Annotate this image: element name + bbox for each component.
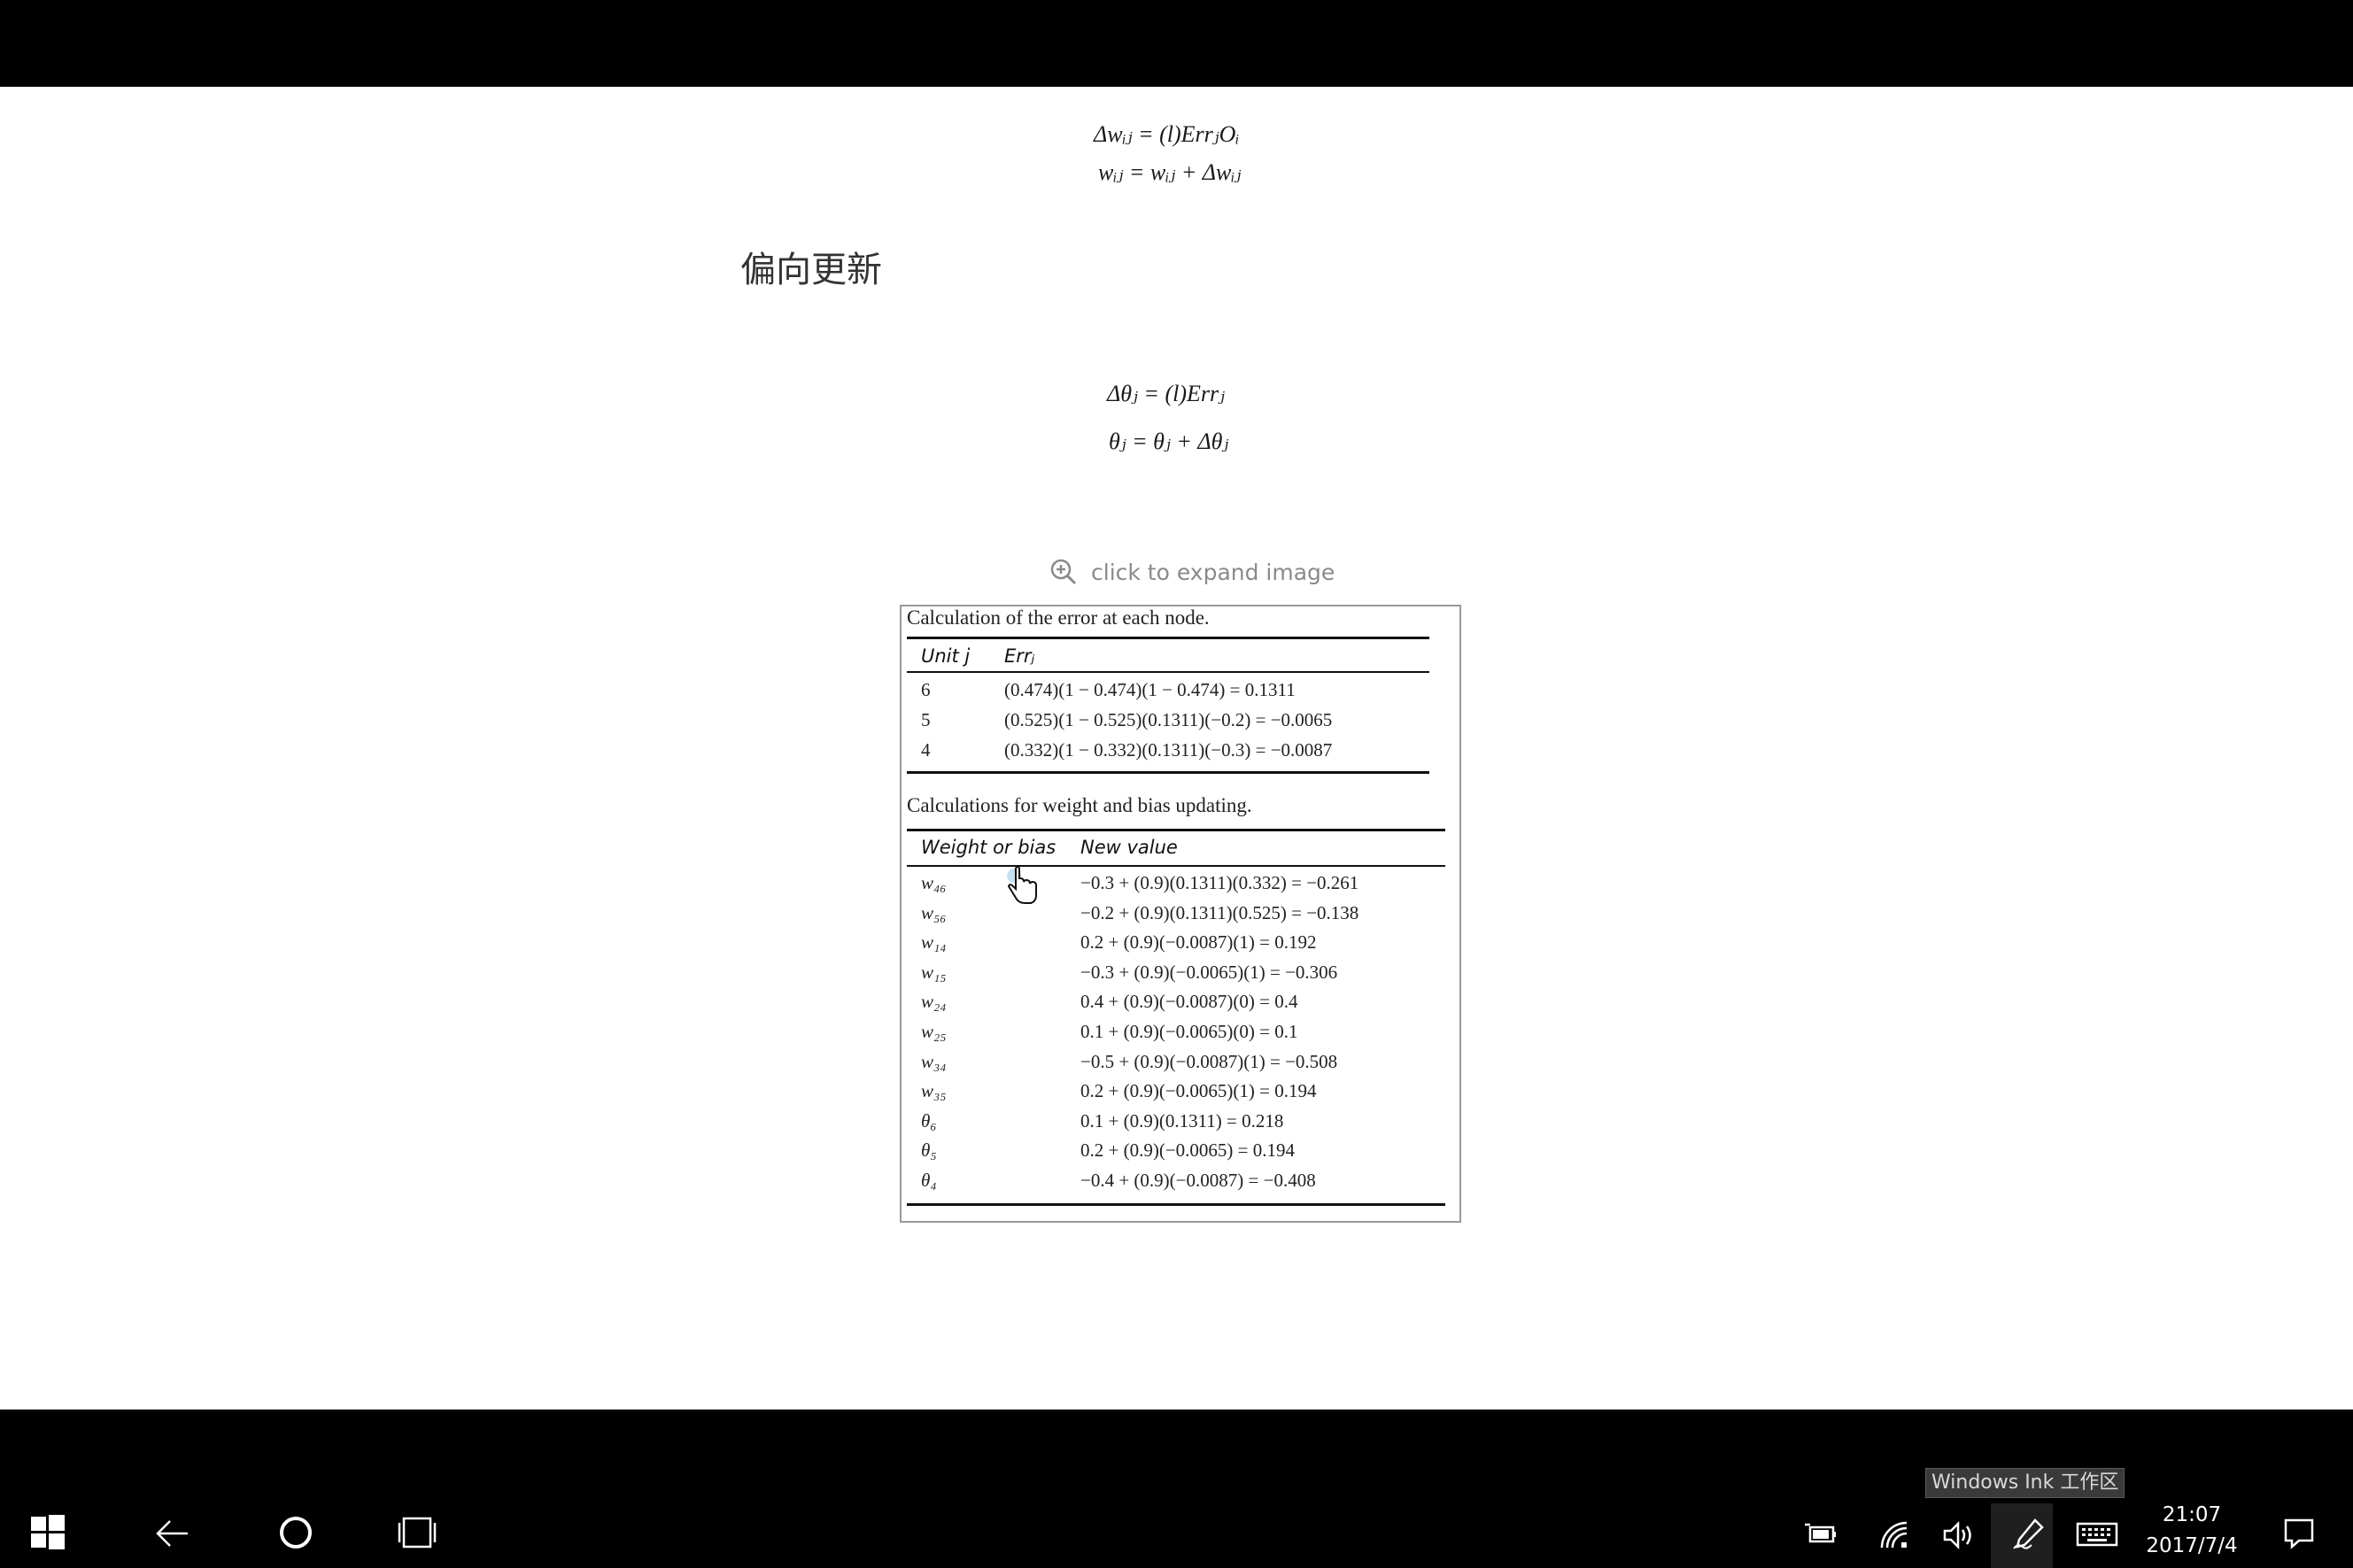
power-icon[interactable]	[1803, 1521, 1838, 1548]
clock-time[interactable]: 21:07	[2143, 1503, 2241, 1526]
table2-row-param: θ₆	[921, 1109, 937, 1132]
volume-icon[interactable]	[1942, 1519, 1978, 1551]
table2-row-value: 0.1 + (0.9)(0.1311) = 0.218	[1080, 1109, 1284, 1132]
expand-image-link[interactable]: click to expand image	[1049, 557, 1335, 587]
table2-bottom-rule	[907, 1203, 1445, 1206]
table1-bottom-rule	[907, 771, 1429, 774]
network-icon[interactable]	[1878, 1519, 1910, 1551]
table2-row-param: w₄₆	[921, 872, 947, 893]
windows-start-icon[interactable]	[30, 1514, 66, 1549]
table2-row-param: θ₄	[921, 1170, 937, 1191]
table2-row-param: w₃₄	[921, 1050, 947, 1072]
table1-header-unit: Unit j	[921, 645, 971, 667]
action-center-icon[interactable]	[2283, 1518, 2315, 1549]
table2-row-value: 0.2 + (0.9)(−0.0065) = 0.194	[1080, 1139, 1296, 1162]
table2-top-rule	[907, 829, 1445, 831]
top-black-bar	[0, 0, 2353, 87]
equation-bias-update: θⱼ = θⱼ + Δθⱼ	[1109, 429, 1229, 454]
table2-row-value: −0.3 + (0.9)(0.1311)(0.332) = −0.261	[1080, 872, 1359, 893]
windows-ink-tooltip: Windows Ink 工作区	[1925, 1468, 2125, 1498]
table1-top-rule	[907, 637, 1429, 639]
back-arrow-icon[interactable]	[154, 1516, 190, 1551]
zoom-in-icon	[1050, 559, 1077, 585]
table2-row-param: w₃₅	[921, 1080, 947, 1102]
cortana-circle-icon[interactable]	[278, 1515, 313, 1550]
equation-bias-delta: Δθⱼ = (l)Errⱼ	[1107, 381, 1225, 406]
table2-row-value: 0.2 + (0.9)(−0.0087)(1) = 0.192	[1080, 931, 1317, 954]
table1-caption: Calculation of the error at each node.	[907, 606, 1210, 629]
table2-row-param: w₅₆	[921, 901, 947, 923]
table2-header-rule	[907, 865, 1445, 867]
table1-row-err: (0.525)(1 − 0.525)(0.1311)(−0.2) = −0.00…	[1004, 709, 1333, 730]
table2-row-param: θ₅	[921, 1139, 937, 1162]
task-view-icon[interactable]	[397, 1515, 439, 1550]
table2-row-value: 0.4 + (0.9)(−0.0087)(0) = 0.4	[1080, 991, 1298, 1013]
table1-row-unit: 4	[921, 739, 931, 761]
table2-row-value: −0.4 + (0.9)(−0.0087) = −0.408	[1080, 1170, 1316, 1191]
hand-pointer-cursor-icon	[1007, 866, 1037, 904]
table2-row-param: w₁₅	[921, 961, 947, 983]
equation-weight-delta: Δwᵢⱼ = (l)ErrⱼOᵢ	[1094, 121, 1240, 147]
table1-row-err: (0.474)(1 − 0.474)(1 − 0.474) = 0.1311	[1004, 679, 1296, 700]
table2-caption: Calculations for weight and bias updatin…	[907, 794, 1252, 816]
table2-row-value: −0.3 + (0.9)(−0.0065)(1) = −0.306	[1080, 961, 1338, 983]
table2-row-value: 0.2 + (0.9)(−0.0065)(1) = 0.194	[1080, 1080, 1317, 1102]
table2-row-param: w₁₄	[921, 931, 947, 954]
section-heading-bias-update: 偏向更新	[740, 250, 882, 290]
table2-row-value: −0.2 + (0.9)(0.1311)(0.525) = −0.138	[1080, 901, 1359, 923]
touch-keyboard-icon[interactable]	[2076, 1521, 2118, 1548]
equation-weight-update: wᵢⱼ = wᵢⱼ + Δwᵢⱼ	[1098, 159, 1242, 185]
table2-row-param: w₂₄	[921, 991, 947, 1013]
table1-row-unit: 5	[921, 709, 931, 730]
table1-header-rule	[907, 671, 1429, 673]
table1-row-err: (0.332)(1 − 0.332)(0.1311)(−0.3) = −0.00…	[1004, 739, 1333, 761]
expand-image-label: click to expand image	[1091, 559, 1335, 585]
table2-header-new-value: New value	[1080, 837, 1178, 858]
table2-row-value: −0.5 + (0.9)(−0.0087)(1) = −0.508	[1080, 1050, 1338, 1072]
table2-row-value: 0.1 + (0.9)(−0.0065)(0) = 0.1	[1080, 1021, 1298, 1042]
clock-date[interactable]: 2017/7/4	[2134, 1534, 2249, 1557]
windows-ink-icon	[2013, 1518, 2044, 1549]
calculation-table-image[interactable]: Calculation of the error at each node. U…	[900, 605, 1461, 1223]
table2-header-weight: Weight or bias	[921, 837, 1057, 858]
table1-header-err: Errⱼ	[1004, 645, 1035, 667]
table2-row-param: w₂₅	[921, 1021, 947, 1042]
table1-row-unit: 6	[921, 679, 931, 700]
